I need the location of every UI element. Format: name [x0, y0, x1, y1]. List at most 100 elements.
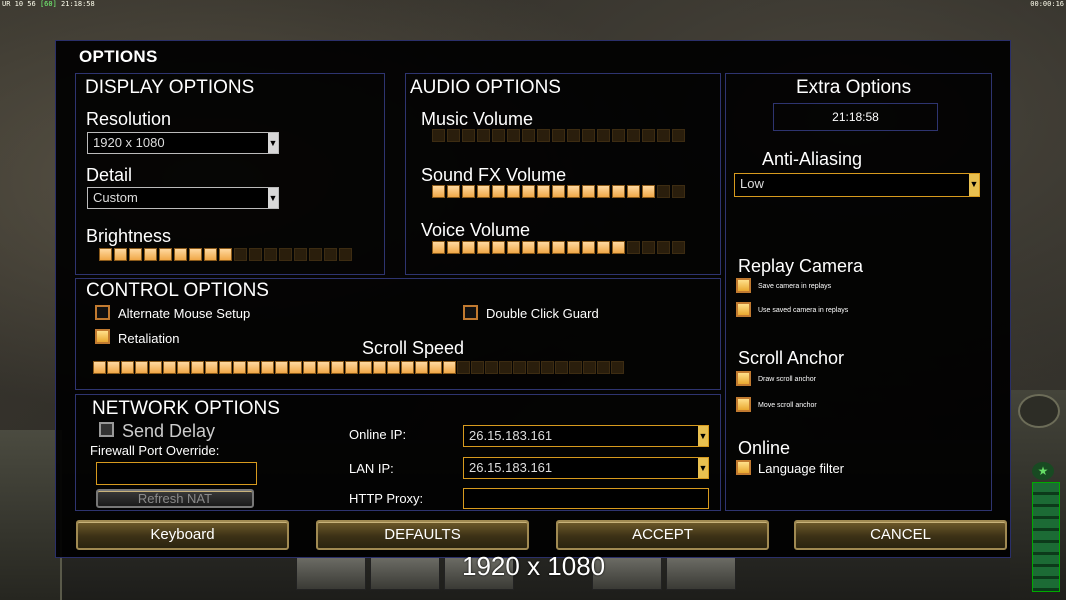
slider-segment [612, 241, 625, 254]
slider-segment [144, 248, 157, 261]
online-ip-select[interactable]: 26.15.183.161 ▼ [463, 425, 709, 447]
slider-segment [597, 241, 610, 254]
chevron-down-icon: ▼ [698, 458, 708, 478]
draw-scroll-anchor-checkbox[interactable] [736, 371, 751, 386]
use-saved-camera-checkbox[interactable] [736, 302, 751, 317]
slider-segment [555, 361, 568, 374]
save-camera-label: Save camera in replays [758, 283, 832, 290]
slider-segment [567, 129, 580, 142]
slider-segment [492, 129, 505, 142]
clock-display: 21:18:58 [773, 103, 938, 131]
online-ip-value: 26.15.183.161 [469, 428, 553, 443]
online-title: Online [738, 438, 791, 458]
hud-stats-prefix: UR 10 56 [2, 0, 36, 8]
brightness-label: Brightness [86, 226, 172, 246]
right-console: ★ [1010, 390, 1066, 600]
slider-segment [462, 185, 475, 198]
slider-segment [477, 241, 490, 254]
slider-segment [264, 248, 277, 261]
send-delay-checkbox[interactable] [99, 422, 114, 437]
slider-segment [339, 248, 352, 261]
cancel-button[interactable]: CANCEL [794, 520, 1007, 550]
move-scroll-anchor-label: Move scroll anchor [758, 402, 817, 409]
detail-select[interactable]: Custom ▼ [87, 187, 279, 209]
defaults-button[interactable]: DEFAULTS [316, 520, 529, 550]
unit-thumbnail [296, 556, 366, 590]
alternate-mouse-checkbox[interactable] [95, 305, 110, 320]
slider-segment [359, 361, 372, 374]
slider-segment [627, 129, 640, 142]
audio-options-title: AUDIO OPTIONS [410, 77, 561, 98]
move-scroll-anchor-checkbox[interactable] [736, 397, 751, 412]
resolution-value: 1920 x 1080 [93, 135, 165, 150]
slider-segment [303, 361, 316, 374]
slider-segment [247, 361, 260, 374]
slider-segment [582, 185, 595, 198]
slider-segment [261, 361, 274, 374]
slider-segment [163, 361, 176, 374]
http-proxy-input[interactable] [463, 488, 709, 509]
slider-segment [93, 361, 106, 374]
lan-ip-select[interactable]: 26.15.183.161 ▼ [463, 457, 709, 479]
retaliation-checkbox[interactable] [95, 329, 110, 344]
slider-segment [522, 129, 535, 142]
chevron-down-icon: ▼ [698, 426, 708, 446]
anti-aliasing-value: Low [740, 176, 764, 191]
voice-volume-slider[interactable] [432, 241, 685, 254]
slider-segment [114, 248, 127, 261]
slider-segment [672, 129, 685, 142]
slider-segment [447, 185, 460, 198]
slider-segment [569, 361, 582, 374]
slider-segment [324, 248, 337, 261]
slider-segment [552, 241, 565, 254]
anti-aliasing-label: Anti-Aliasing [762, 149, 863, 169]
send-delay-label: Send Delay [122, 421, 216, 441]
slider-segment [582, 241, 595, 254]
anti-aliasing-select[interactable]: Low ▼ [734, 173, 980, 197]
slider-segment [249, 248, 262, 261]
slider-segment [135, 361, 148, 374]
slider-segment [317, 361, 330, 374]
slider-segment [99, 248, 112, 261]
double-click-guard-checkbox[interactable] [463, 305, 478, 320]
slider-segment [522, 241, 535, 254]
slider-segment [597, 129, 610, 142]
window-title: OPTIONS [79, 47, 158, 66]
slider-segment [582, 129, 595, 142]
sfx-volume-slider[interactable] [432, 185, 685, 198]
slider-segment [233, 361, 246, 374]
slider-segment [205, 361, 218, 374]
slider-segment [507, 129, 520, 142]
keyboard-button[interactable]: Keyboard [76, 520, 289, 550]
lan-ip-label: LAN IP: [349, 461, 394, 476]
chevron-down-icon: ▼ [969, 174, 979, 196]
language-filter-checkbox[interactable] [736, 460, 751, 475]
slider-segment [219, 361, 232, 374]
resolution-select[interactable]: 1920 x 1080 ▼ [87, 132, 279, 154]
network-options-title: NETWORK OPTIONS [92, 398, 280, 419]
slider-segment [541, 361, 554, 374]
slider-segment [597, 185, 610, 198]
double-click-guard-label: Double Click Guard [486, 306, 599, 321]
scroll-speed-slider[interactable] [93, 361, 624, 374]
left-console [0, 430, 62, 600]
alternate-mouse-label: Alternate Mouse Setup [118, 306, 251, 321]
slider-segment [189, 248, 202, 261]
scroll-speed-label: Scroll Speed [362, 338, 465, 358]
slider-segment [309, 248, 322, 261]
firewall-port-input[interactable] [96, 462, 257, 485]
hud-fps: [60] [39, 0, 57, 8]
accept-button[interactable]: ACCEPT [556, 520, 769, 550]
music-volume-slider[interactable] [432, 129, 685, 142]
slider-segment [537, 185, 550, 198]
slider-segment [432, 129, 445, 142]
save-camera-checkbox[interactable] [736, 278, 751, 293]
slider-segment [191, 361, 204, 374]
slider-segment [457, 361, 470, 374]
voice-volume-label: Voice Volume [421, 220, 531, 240]
slider-segment [177, 361, 190, 374]
brightness-slider[interactable] [99, 248, 352, 261]
slider-segment [611, 361, 624, 374]
refresh-nat-button[interactable]: Refresh NAT [96, 489, 254, 508]
slider-segment [373, 361, 386, 374]
